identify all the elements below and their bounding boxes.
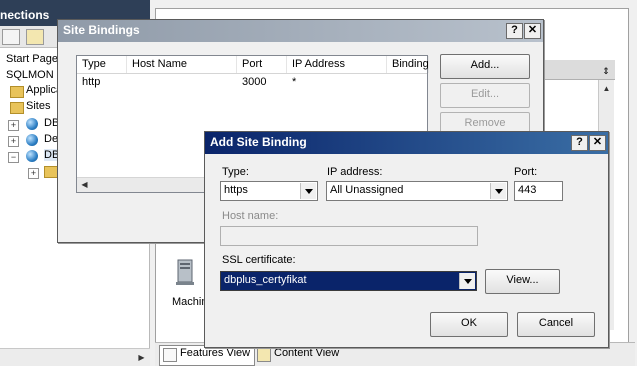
edit-button[interactable]: Edit...: [440, 83, 530, 108]
ssl-certificate-select[interactable]: dbplus_certyfikat: [220, 271, 477, 291]
cell-ip: *: [292, 76, 297, 88]
globe-icon: [26, 118, 38, 130]
globe-icon: [26, 150, 38, 162]
expand-icon[interactable]: +: [28, 168, 39, 179]
column-host-name[interactable]: Host Name: [127, 56, 237, 73]
type-value: https: [224, 184, 248, 196]
tab-features-view[interactable]: Features View: [159, 345, 256, 366]
cell-port: 3000: [242, 76, 267, 88]
tree-label: De: [44, 133, 59, 145]
ssl-certificate-label: SSL certificate:: [222, 254, 296, 266]
collapse-actions-icon[interactable]: ⇕: [599, 66, 613, 80]
tree-label: Sites: [26, 100, 51, 112]
tab-label: Content View: [274, 347, 340, 359]
chevron-down-icon[interactable]: [459, 273, 475, 289]
help-button[interactable]: ?: [571, 135, 588, 151]
dialog-title: Add Site Binding: [210, 135, 307, 149]
ip-address-select[interactable]: All Unassigned: [326, 181, 508, 201]
scroll-up-icon[interactable]: ▲: [600, 82, 613, 95]
machine-key-label: Machin: [172, 296, 208, 308]
host-name-label: Host name:: [222, 210, 279, 222]
collapse-icon[interactable]: −: [8, 152, 19, 163]
content-view-icon: [257, 348, 271, 362]
add-binding-titlebar[interactable]: Add Site Binding: [205, 132, 608, 154]
close-button[interactable]: ✕: [524, 23, 541, 39]
tree-item-site[interactable]: De: [44, 133, 58, 145]
tree-item-start-page[interactable]: Start Page: [6, 53, 58, 65]
type-select[interactable]: https: [220, 181, 318, 201]
folder-icon: [44, 166, 58, 178]
cancel-button[interactable]: Cancel: [517, 312, 595, 337]
machine-key-icon[interactable]: [172, 258, 200, 288]
view-certificate-button[interactable]: View...: [485, 269, 560, 294]
tree-label: Start Page: [6, 53, 58, 65]
tab-content-view[interactable]: Content View: [253, 345, 344, 366]
column-ip-address[interactable]: IP Address: [287, 56, 387, 73]
chevron-down-icon[interactable]: [490, 183, 506, 199]
ip-address-label: IP address:: [327, 166, 383, 178]
add-button[interactable]: Add...: [440, 54, 530, 79]
globe-icon: [26, 134, 38, 146]
port-label: Port:: [514, 166, 538, 178]
application-pools-icon: [10, 86, 24, 98]
ssl-certificate-value: dbplus_certyfikat: [224, 274, 307, 286]
dialog-title: Site Bindings: [63, 23, 140, 37]
scroll-right-icon[interactable]: ▶: [135, 351, 148, 364]
save-icon[interactable]: [2, 29, 20, 45]
column-port[interactable]: Port: [237, 56, 287, 73]
expand-icon[interactable]: +: [8, 136, 19, 147]
ok-button[interactable]: OK: [430, 312, 508, 337]
features-view-icon: [163, 348, 177, 362]
sites-icon: [10, 102, 24, 114]
tree-item-sites[interactable]: Sites: [26, 100, 50, 112]
close-button[interactable]: ✕: [589, 135, 606, 151]
add-site-binding-dialog: Add Site Binding ? ✕ Type: https IP addr…: [204, 131, 609, 348]
port-field[interactable]: 443: [514, 181, 563, 201]
tree-horizontal-scrollbar[interactable]: ▶: [0, 348, 150, 366]
tab-label: Features View: [180, 347, 251, 359]
host-name-field[interactable]: [220, 226, 478, 246]
ip-address-value: All Unassigned: [330, 184, 404, 196]
open-folder-icon[interactable]: [26, 29, 44, 45]
column-binding[interactable]: Binding: [387, 56, 429, 73]
expand-icon[interactable]: +: [8, 120, 19, 131]
scroll-left-icon[interactable]: ◀: [78, 178, 91, 191]
column-type[interactable]: Type: [77, 56, 127, 73]
site-bindings-titlebar[interactable]: Site Bindings: [58, 20, 543, 42]
tree-label: SQLMON (: [6, 69, 61, 81]
cell-type: http: [82, 76, 101, 88]
chevron-down-icon[interactable]: [300, 183, 316, 199]
type-label: Type:: [222, 166, 249, 178]
connections-title: nections: [0, 8, 50, 22]
help-button[interactable]: ?: [506, 23, 523, 39]
tree-item-server[interactable]: SQLMON (: [6, 69, 60, 81]
bindings-list-header: Type Host Name Port IP Address Binding: [77, 56, 429, 74]
